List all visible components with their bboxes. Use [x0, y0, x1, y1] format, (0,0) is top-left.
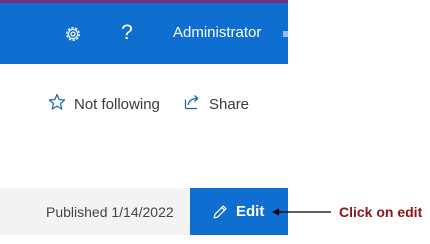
edit-label: Edit — [236, 203, 265, 220]
gear-icon[interactable] — [63, 24, 83, 44]
pencil-icon — [212, 204, 228, 220]
share-button[interactable]: Share — [183, 94, 249, 114]
annotation-arrow — [272, 208, 331, 216]
share-icon — [183, 93, 201, 116]
share-label: Share — [209, 95, 250, 113]
help-button[interactable]: ? — [119, 19, 135, 47]
follow-label: Not following — [74, 95, 160, 113]
user-menu-chevron-icon[interactable] — [283, 31, 288, 37]
sharepoint-page-panel: ? Administrator Not following Share Publ… — [0, 0, 288, 244]
annotation-callout: Click on edit — [339, 204, 423, 220]
star-icon — [48, 93, 66, 116]
follow-button[interactable]: Not following — [48, 93, 160, 116]
published-status: Published 1/14/2022 — [46, 204, 174, 220]
user-name-button[interactable]: Administrator — [173, 21, 261, 45]
suite-header-bar: ? Administrator — [0, 3, 288, 64]
